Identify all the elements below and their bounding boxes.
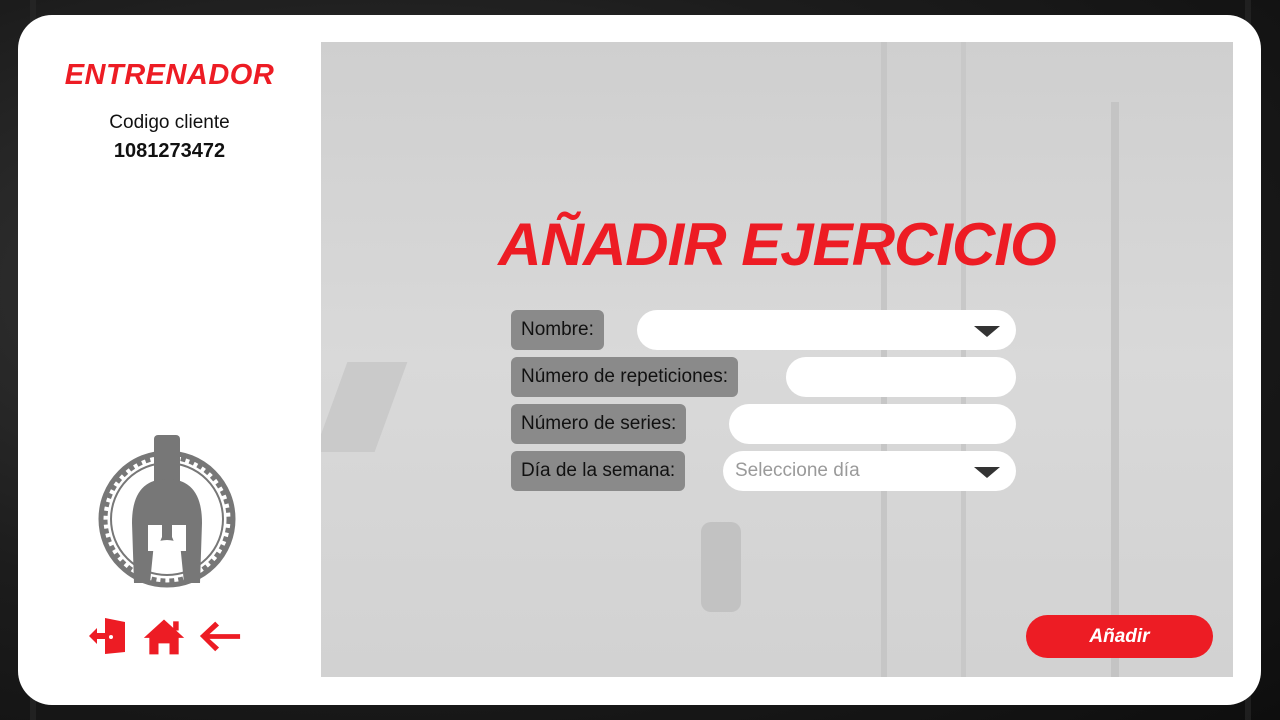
dia-select[interactable]: Seleccione día	[723, 451, 1016, 491]
repeticiones-label: Número de repeticiones:	[511, 357, 738, 397]
client-code-value: 1081273472	[113, 140, 226, 162]
form-row-nombre: Nombre:	[511, 310, 1016, 350]
series-input[interactable]	[729, 404, 1016, 444]
nav-bar	[86, 613, 248, 659]
back-arrow-icon[interactable]	[198, 614, 242, 658]
client-code-label: Codigo cliente	[109, 112, 230, 133]
brand-title: ENTRENADOR	[64, 59, 275, 91]
dropdown-caret-icon	[974, 467, 1000, 478]
form-row-series: Número de series:	[511, 404, 1016, 444]
form-row-repeticiones: Número de repeticiones:	[511, 357, 1016, 397]
main-panel: AÑADIR EJERCICIO Nombre: Número de repet…	[321, 42, 1233, 677]
exit-door-icon[interactable]	[86, 614, 130, 658]
add-button[interactable]: Añadir	[1026, 615, 1213, 658]
dia-placeholder: Seleccione día	[735, 460, 860, 481]
nombre-label: Nombre:	[511, 310, 604, 350]
background-decoration	[1111, 102, 1119, 677]
spartan-helmet-icon	[96, 433, 238, 589]
background-decoration	[701, 522, 741, 612]
home-icon[interactable]	[142, 614, 186, 658]
app-card: ENTRENADOR Codigo cliente 1081273472 AÑA…	[18, 15, 1261, 705]
series-label: Número de series:	[511, 404, 687, 444]
nombre-select[interactable]	[637, 310, 1016, 350]
dropdown-caret-icon	[974, 326, 1000, 337]
repeticiones-input[interactable]	[786, 357, 1016, 397]
page-title: AÑADIR EJERCICIO	[498, 211, 1056, 278]
form-row-dia: Día de la semana: Seleccione día	[511, 451, 1016, 491]
sidebar: ENTRENADOR Codigo cliente 1081273472	[18, 15, 321, 705]
dia-label: Día de la semana:	[511, 451, 686, 491]
